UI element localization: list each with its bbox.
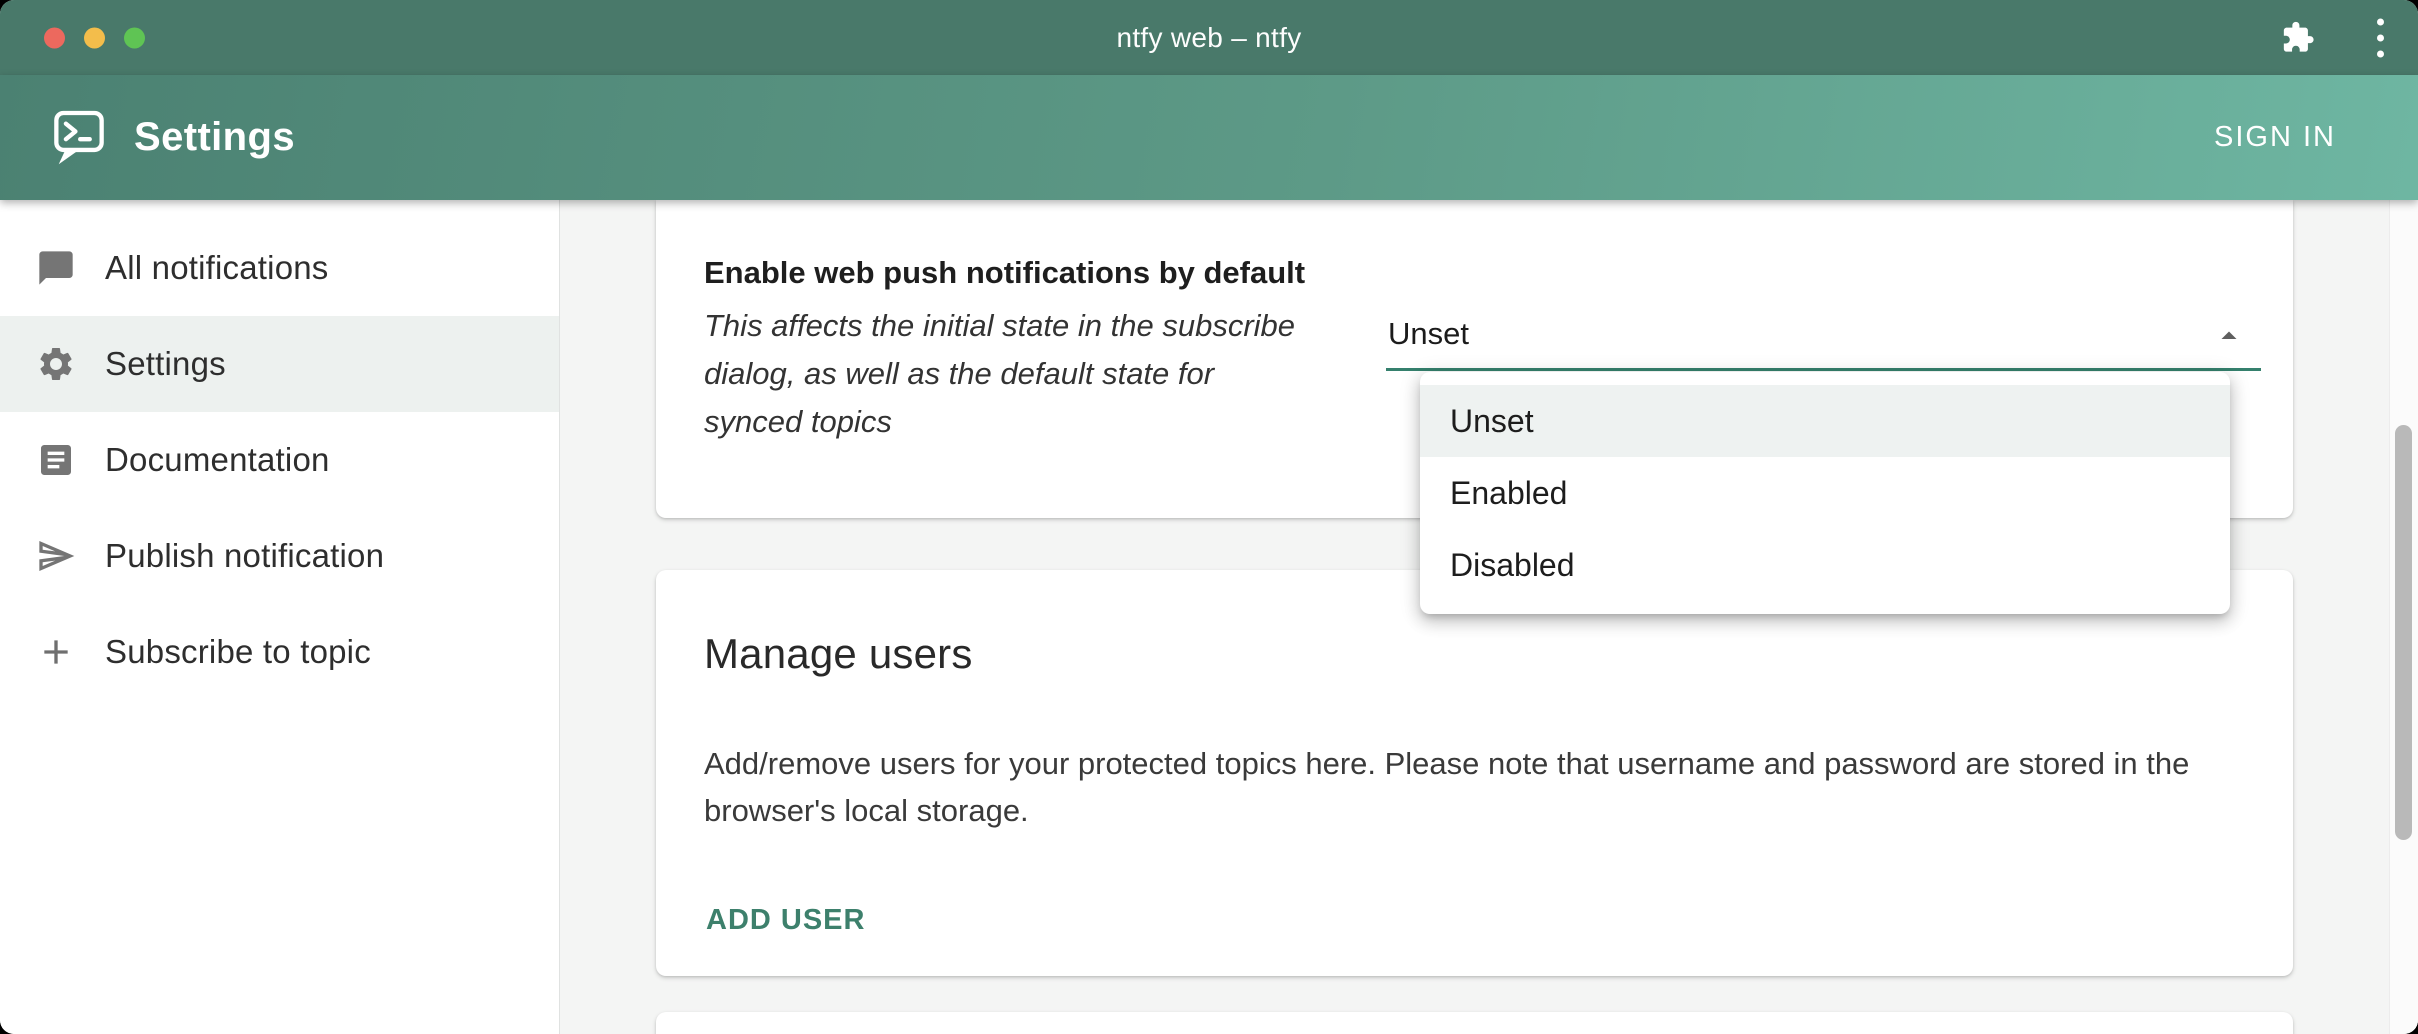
titlebar: ntfy web – ntfy xyxy=(0,0,2418,75)
sidebar-item-label: Publish notification xyxy=(105,537,384,575)
sidebar: All notifications Settings Documentation… xyxy=(0,200,560,1034)
browser-window: ntfy web – ntfy Settings SIGN IN All not… xyxy=(0,0,2418,1034)
setting-label: Enable web push notifications by default xyxy=(704,252,1314,294)
minimize-window-button[interactable] xyxy=(84,27,105,48)
sidebar-item-subscribe-to-topic[interactable]: Subscribe to topic xyxy=(0,604,559,700)
close-window-button[interactable] xyxy=(44,27,65,48)
sidebar-item-settings[interactable]: Settings xyxy=(0,316,559,412)
send-icon xyxy=(36,536,76,576)
sign-in-button[interactable]: SIGN IN xyxy=(2196,107,2354,168)
traffic-lights xyxy=(44,27,145,48)
add-user-button[interactable]: ADD USER xyxy=(704,900,867,941)
gear-icon xyxy=(36,344,76,384)
plus-icon xyxy=(36,632,76,672)
menu-option-disabled[interactable]: Disabled xyxy=(1420,529,2230,601)
next-card-partial xyxy=(656,1012,2293,1034)
menu-option-enabled[interactable]: Enabled xyxy=(1420,457,2230,529)
sidebar-item-label: All notifications xyxy=(105,249,329,287)
scrollbar-track[interactable] xyxy=(2389,200,2418,1034)
scrollbar-thumb[interactable] xyxy=(2395,425,2412,840)
appbar: Settings SIGN IN xyxy=(0,75,2418,200)
manage-users-title: Manage users xyxy=(704,630,2245,678)
setting-description: This affects the initial state in the su… xyxy=(704,302,1314,446)
article-icon xyxy=(36,440,76,480)
extensions-puzzle-icon[interactable] xyxy=(2281,21,2315,55)
web-push-select[interactable]: Unset xyxy=(1386,316,2261,371)
manage-users-card: Manage users Add/remove users for your p… xyxy=(656,570,2293,976)
select-value: Unset xyxy=(1388,316,1469,351)
sidebar-item-all-notifications[interactable]: All notifications xyxy=(0,220,559,316)
web-push-dropdown-menu: Unset Enabled Disabled xyxy=(1420,372,2230,614)
menu-option-unset[interactable]: Unset xyxy=(1420,385,2230,457)
sidebar-item-documentation[interactable]: Documentation xyxy=(0,412,559,508)
manage-users-description: Add/remove users for your protected topi… xyxy=(704,740,2245,834)
settings-main-pane: Enable web push notifications by default… xyxy=(560,200,2418,1034)
sidebar-item-label: Settings xyxy=(105,345,226,383)
ntfy-logo-icon xyxy=(50,107,108,169)
zoom-window-button[interactable] xyxy=(124,27,145,48)
browser-menu-icon[interactable] xyxy=(2367,14,2394,61)
sidebar-item-label: Subscribe to topic xyxy=(105,633,371,671)
sidebar-item-label: Documentation xyxy=(105,441,330,479)
sidebar-item-publish-notification[interactable]: Publish notification xyxy=(0,508,559,604)
arrow-drop-up-icon xyxy=(2211,318,2247,354)
window-title: ntfy web – ntfy xyxy=(1116,22,1301,54)
chat-bubble-icon xyxy=(36,248,76,288)
page-title: Settings xyxy=(134,115,295,160)
